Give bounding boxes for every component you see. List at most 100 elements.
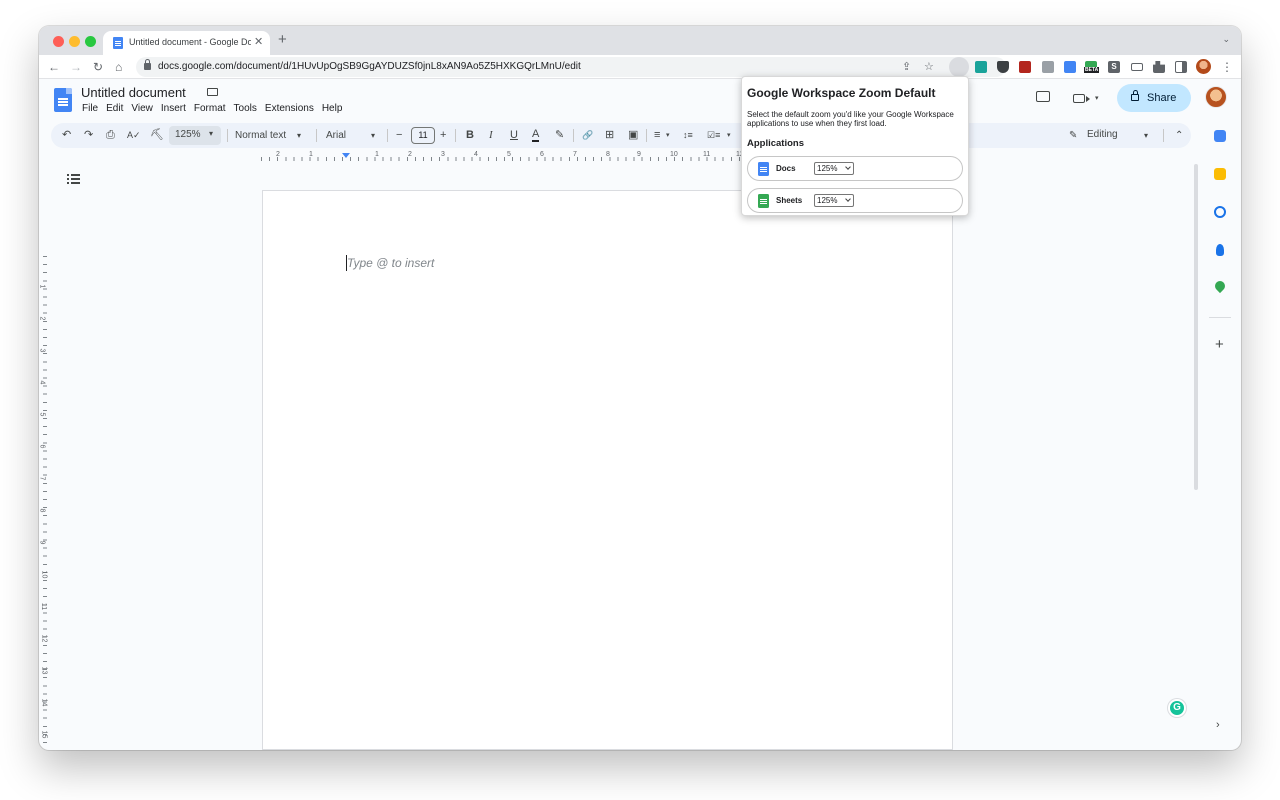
underline-button[interactable]: U	[510, 128, 518, 143]
ruler-label: 5	[39, 412, 46, 417]
lock-icon[interactable]	[144, 59, 151, 70]
vertical-ruler[interactable]: 1 2 3 4 5 6 7 8 9 10 11 12 13 14 15	[39, 256, 48, 750]
contacts-icon[interactable]	[1216, 244, 1224, 256]
insert-link-icon[interactable]: 🔗	[582, 128, 593, 143]
share-page-icon[interactable]: ⇪	[902, 60, 911, 74]
menu-view[interactable]: View	[131, 103, 153, 114]
video-call-icon[interactable]	[1073, 94, 1090, 103]
share-lock-icon	[1131, 90, 1139, 101]
translate-extension-icon[interactable]	[1064, 61, 1076, 73]
highlight-color-button[interactable]: ✎	[555, 128, 564, 143]
body-placeholder[interactable]: Type @ to insert	[347, 256, 434, 270]
reload-button[interactable]: ↻	[93, 59, 103, 75]
menu-format[interactable]: Format	[194, 103, 226, 114]
paint-format-icon[interactable]: ⛏	[150, 128, 164, 143]
video-call-dropdown-icon[interactable]: ▾	[1095, 94, 1099, 102]
document-page[interactable]: Type @ to insert	[262, 190, 953, 750]
account-avatar[interactable]	[1205, 86, 1227, 108]
menu-edit[interactable]: Edit	[106, 103, 123, 114]
tab-search-button[interactable]: ⌄	[1222, 34, 1230, 45]
menu-extensions[interactable]: Extensions	[265, 103, 314, 114]
style-dropdown-icon[interactable]: ▾	[297, 128, 301, 143]
grammarly-icon[interactable]: G	[1168, 699, 1186, 717]
ruler-label: 4	[39, 380, 46, 385]
zoom-select[interactable]: 125% ▾	[169, 126, 221, 145]
get-addons-button[interactable]: +	[1215, 336, 1224, 353]
maps-icon[interactable]	[1212, 278, 1228, 294]
tasks-icon[interactable]	[1214, 206, 1226, 218]
line-spacing-icon[interactable]: ↕≡	[683, 128, 693, 143]
checklist-dropdown-icon[interactable]: ▾	[727, 128, 731, 143]
ruler-label: 9	[39, 540, 46, 545]
address-bar[interactable]: docs.google.com/document/d/1HUvUpOgSB9Gg…	[136, 57, 1006, 77]
font-size-input[interactable]: 11	[411, 127, 435, 144]
extension-icon-7[interactable]	[1131, 63, 1143, 71]
undo-icon[interactable]: ↶	[62, 128, 71, 143]
side-panel-icon[interactable]	[1175, 61, 1187, 73]
extensions-puzzle-icon[interactable]	[1153, 61, 1165, 73]
extension-icon-5[interactable]: BETA	[1084, 61, 1100, 73]
new-tab-button[interactable]: +	[278, 32, 287, 48]
italic-button[interactable]: I	[489, 128, 493, 143]
align-dropdown-icon[interactable]: ▾	[666, 128, 670, 143]
zoom-extension-icon[interactable]	[949, 57, 969, 77]
document-title[interactable]: Untitled document	[81, 85, 186, 100]
extension-icon-s[interactable]: S	[1108, 61, 1120, 73]
decrease-font-size-button[interactable]: −	[396, 128, 402, 143]
show-side-panel-button[interactable]: ›	[1216, 719, 1220, 731]
ruler-label: 5	[507, 151, 511, 158]
increase-font-size-button[interactable]: +	[440, 128, 446, 143]
checklist-icon[interactable]: ☑≡	[707, 128, 720, 143]
extension-icon-3[interactable]	[1019, 61, 1031, 73]
menu-help[interactable]: Help	[322, 103, 343, 114]
add-comment-icon[interactable]: ⊞	[605, 128, 614, 143]
close-window-button[interactable]	[53, 36, 64, 47]
share-button[interactable]: Share	[1117, 84, 1191, 112]
extension-icon-4[interactable]	[1042, 61, 1054, 73]
docs-logo-icon[interactable]	[54, 88, 72, 112]
redo-icon[interactable]: ↷	[84, 128, 93, 143]
insert-image-icon[interactable]: ▣	[628, 128, 638, 143]
minimize-window-button[interactable]	[69, 36, 80, 47]
ruler-label: 11	[40, 602, 48, 611]
move-folder-icon[interactable]	[207, 88, 218, 96]
menu-insert[interactable]: Insert	[161, 103, 186, 114]
browser-tab[interactable]: Untitled document - Google Docs ✕	[103, 31, 270, 55]
font-dropdown-icon[interactable]: ▾	[371, 128, 375, 143]
print-icon[interactable]: ⎙	[106, 128, 115, 143]
toolbar-divider	[646, 129, 647, 142]
editing-dropdown-icon[interactable]: ▾	[1144, 128, 1148, 143]
menu-tools[interactable]: Tools	[234, 103, 257, 114]
url-text[interactable]: docs.google.com/document/d/1HUvUpOgSB9Gg…	[158, 61, 581, 72]
extension-icon-1[interactable]	[975, 61, 987, 73]
bold-button[interactable]: B	[466, 128, 474, 143]
spellcheck-icon[interactable]: A✓	[127, 128, 141, 143]
document-outline-icon[interactable]	[67, 174, 80, 184]
text-color-button[interactable]: A	[532, 128, 540, 142]
tab-close-icon[interactable]: ✕	[254, 35, 263, 49]
align-icon[interactable]: ≡	[654, 128, 660, 143]
menu-file[interactable]: File	[82, 103, 98, 114]
calendar-icon[interactable]	[1214, 130, 1226, 142]
forward-button[interactable]: →	[70, 59, 82, 75]
sheets-zoom-select[interactable]: 125%	[814, 194, 854, 207]
ruler-label: 12	[40, 634, 48, 643]
profile-avatar[interactable]	[1196, 59, 1211, 74]
bookmark-star-icon[interactable]: ☆	[924, 60, 934, 74]
editing-mode-select[interactable]: Editing	[1087, 129, 1118, 140]
docs-zoom-select[interactable]: 125%	[814, 162, 854, 175]
maximize-window-button[interactable]	[85, 36, 96, 47]
font-select[interactable]: Arial	[326, 128, 346, 143]
zoom-extension-popup: Google Workspace Zoom Default Select the…	[741, 76, 969, 216]
home-button[interactable]: ⌂	[115, 59, 122, 75]
hide-menus-button[interactable]: ⌃	[1175, 128, 1183, 143]
keep-icon[interactable]	[1214, 168, 1226, 180]
extension-icon-2[interactable]	[997, 61, 1009, 73]
back-button[interactable]: ←	[48, 59, 60, 75]
indent-marker[interactable]	[342, 153, 350, 158]
comment-history-icon[interactable]	[1036, 91, 1050, 102]
style-select[interactable]: Normal text	[235, 128, 286, 143]
chrome-menu-button[interactable]: ⋮	[1221, 59, 1233, 75]
ruler-label: 15	[40, 730, 48, 739]
vertical-scrollbar[interactable]	[1194, 164, 1198, 490]
